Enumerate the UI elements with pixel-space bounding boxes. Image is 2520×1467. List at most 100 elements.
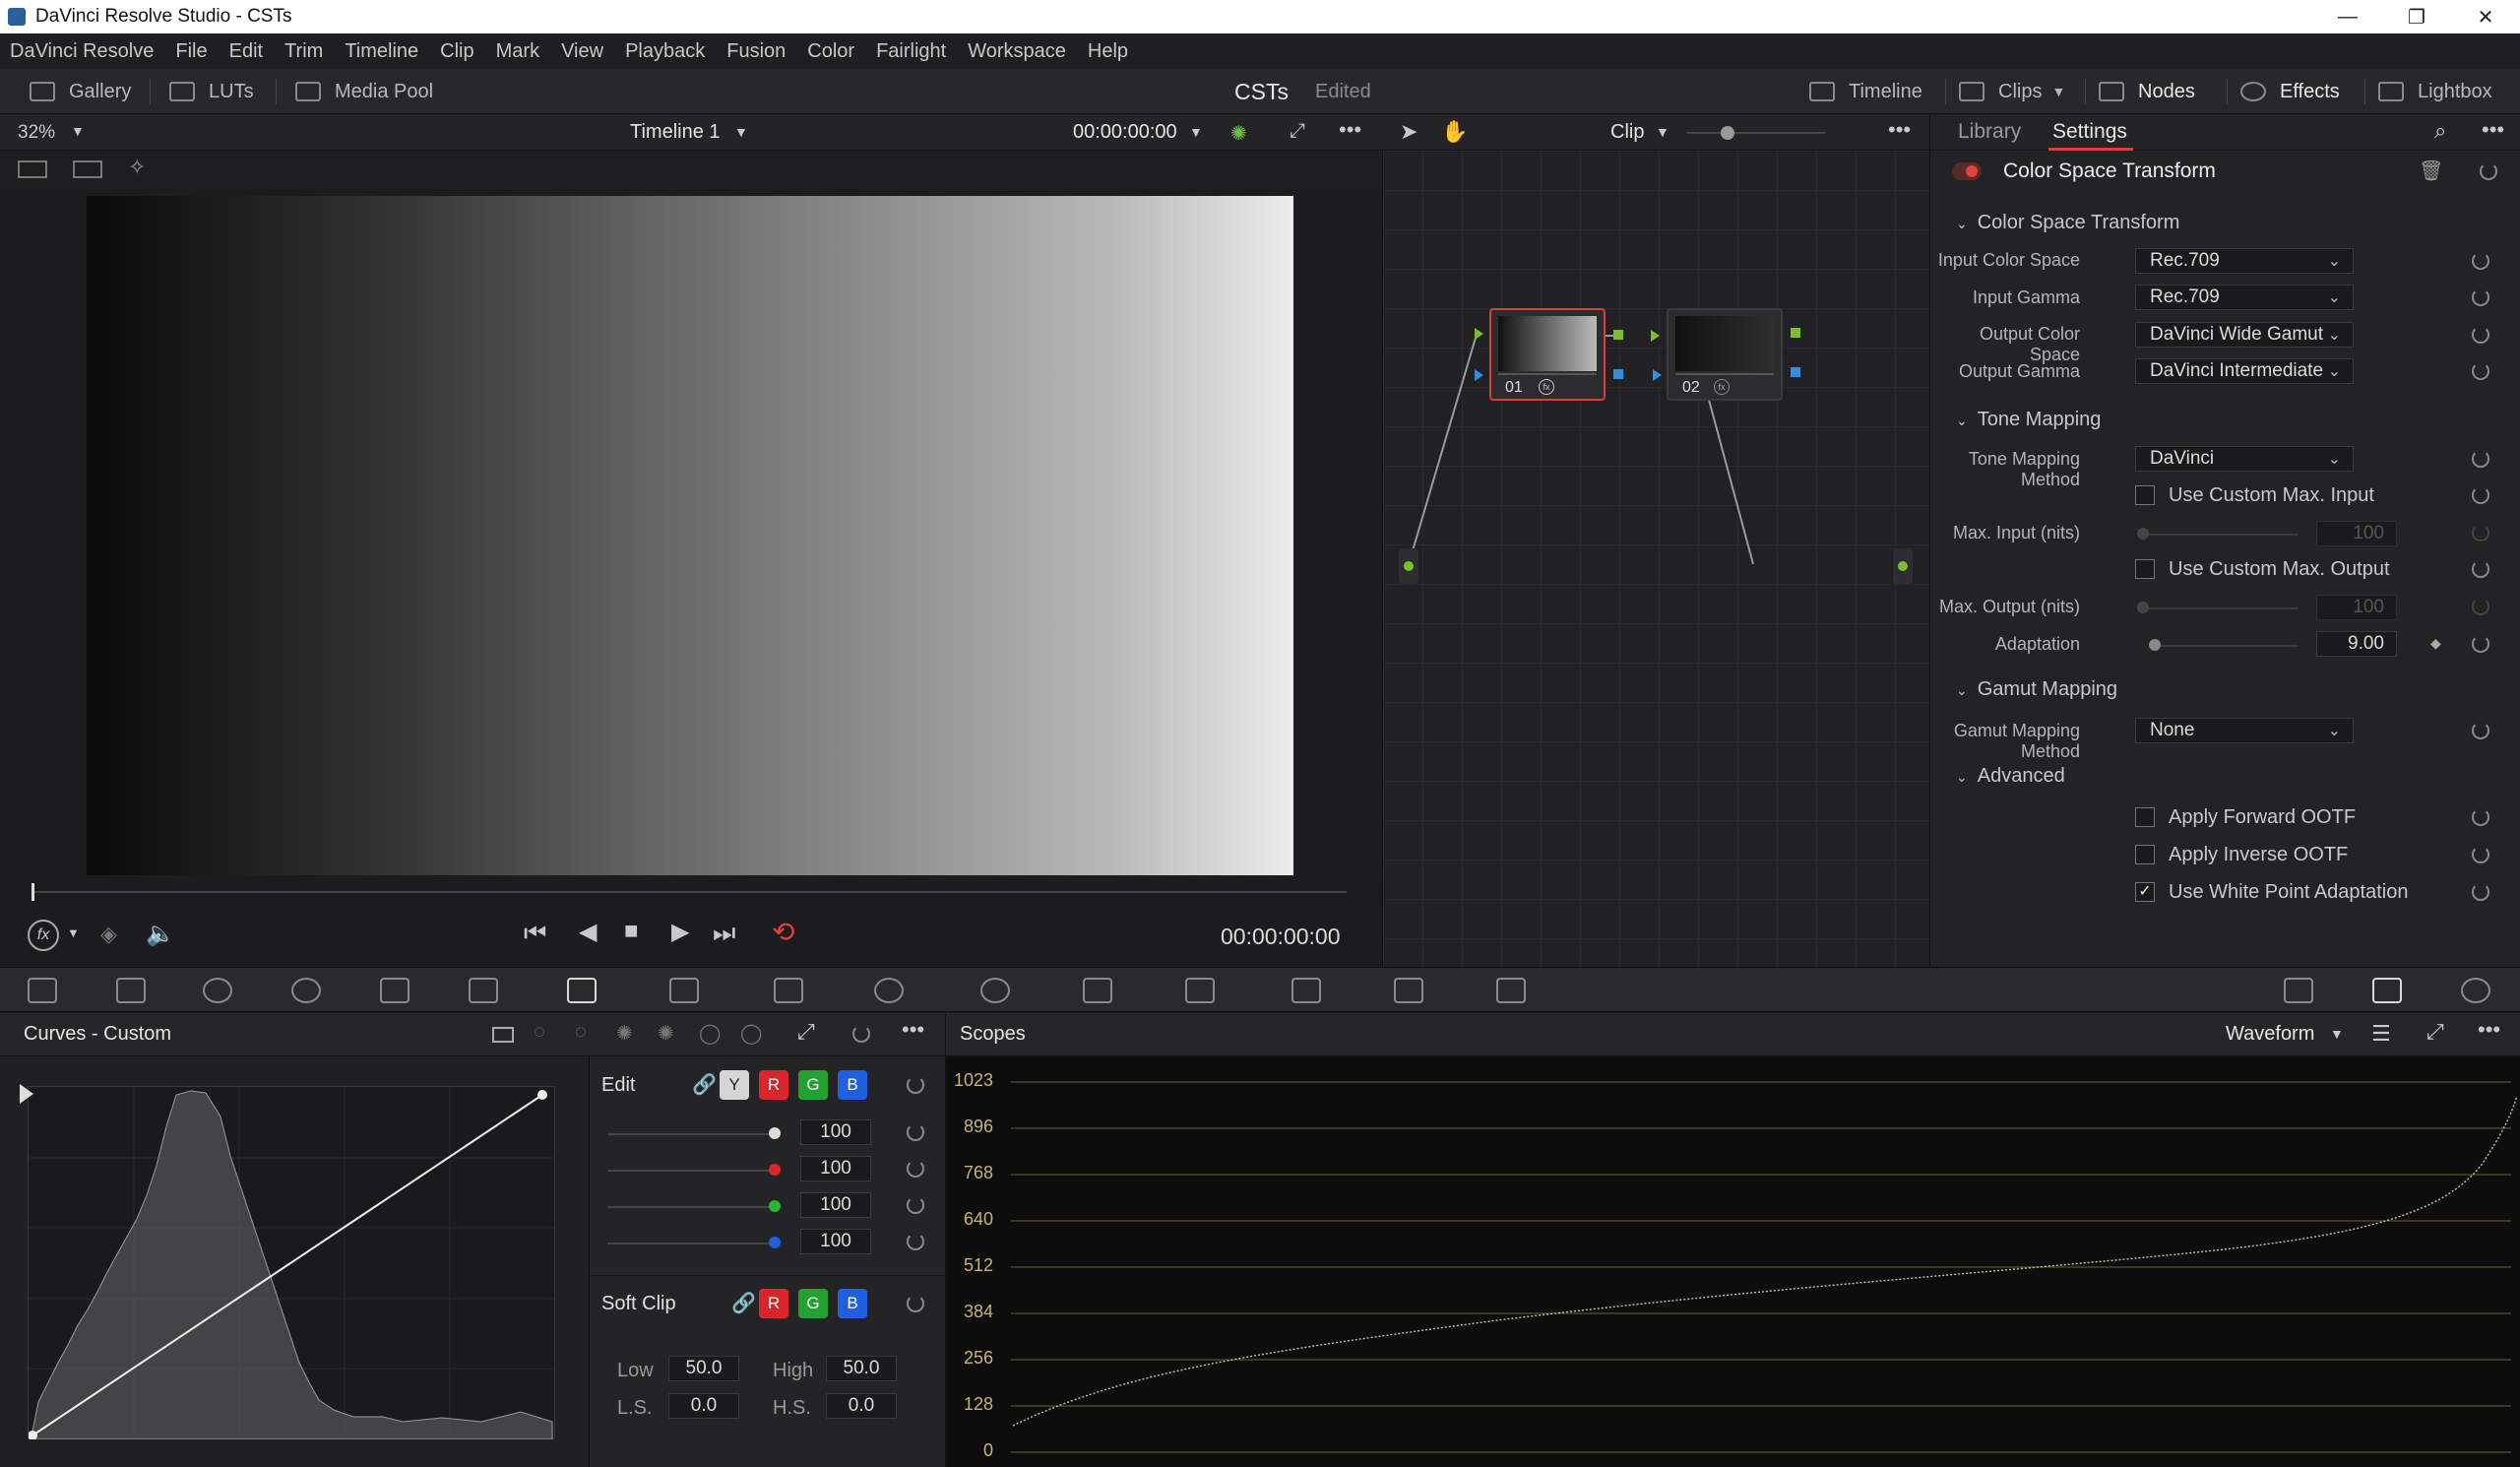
reset-icon[interactable] [2472, 846, 2489, 863]
channel-r-button[interactable]: R [759, 1070, 788, 1100]
custom-curve-icon[interactable] [492, 1027, 514, 1043]
node1-key-input[interactable] [1475, 369, 1483, 381]
expand-icon[interactable]: ⤢ [797, 1019, 815, 1045]
more-options-icon[interactable]: ••• [2482, 117, 2504, 143]
g-intensity-field[interactable]: 100 [800, 1192, 871, 1218]
chevron-down-icon[interactable]: ▼ [67, 925, 80, 940]
reset-icon[interactable] [2472, 252, 2489, 270]
section-gamut-mapping[interactable]: ⌄ Gamut Mapping [1956, 678, 2117, 701]
timeline-name[interactable]: Timeline 1 [630, 121, 721, 144]
section-cst[interactable]: ⌄ Color Space Transform [1956, 212, 2179, 234]
max-input-slider[interactable] [2141, 534, 2299, 536]
adaptation-slider[interactable] [2151, 645, 2299, 647]
magic-mask-icon[interactable] [1083, 978, 1112, 1003]
menu-workspace[interactable]: Workspace [968, 40, 1066, 63]
low-field[interactable]: 50.0 [668, 1356, 739, 1381]
menu-timeline[interactable]: Timeline [345, 40, 418, 63]
reset-icon[interactable] [907, 1123, 924, 1141]
more-options-icon[interactable]: ••• [902, 1017, 924, 1043]
menu-fairlight[interactable]: Fairlight [876, 40, 946, 63]
link-icon[interactable]: 🔗 [731, 1291, 756, 1315]
reset-icon[interactable] [2472, 808, 2489, 826]
trash-icon[interactable]: 🗑 [2419, 159, 2443, 183]
scope-mode-select[interactable]: Waveform [2226, 1023, 2314, 1046]
node-02[interactable]: 02 fx [1667, 308, 1783, 401]
color-warper-icon[interactable] [669, 978, 699, 1003]
media-pool-button[interactable]: Media Pool [295, 69, 433, 114]
fx-icon[interactable]: fx [28, 920, 59, 951]
reset-icon[interactable] [2472, 635, 2489, 653]
menu-mark[interactable]: Mark [496, 40, 539, 63]
minimize-button[interactable]: — [2313, 0, 2382, 33]
3d-icon[interactable] [1496, 978, 1526, 1003]
b-slider-handle[interactable] [769, 1237, 781, 1248]
camera-raw-icon[interactable] [28, 978, 57, 1003]
menu-davinci[interactable]: DaVinci Resolve [10, 40, 154, 63]
forward-ootf-checkbox[interactable] [2135, 807, 2155, 827]
reset-icon[interactable] [2472, 288, 2489, 306]
qualifier-icon[interactable] [774, 978, 803, 1003]
menu-fusion[interactable]: Fusion [726, 40, 786, 63]
skip-start-icon[interactable]: ⏮ [524, 918, 546, 949]
reset-icon[interactable] [2472, 450, 2489, 468]
hdr-wheels-icon[interactable] [291, 978, 321, 1003]
magic-wand-icon[interactable]: ✧ [128, 155, 146, 180]
keyframe-icon[interactable]: ◆ [2430, 635, 2441, 652]
tab-library[interactable]: Library [1958, 120, 2021, 144]
menu-view[interactable]: View [561, 40, 603, 63]
softclip-b-button[interactable]: B [838, 1289, 867, 1318]
ls-field[interactable]: 0.0 [668, 1393, 739, 1419]
chevron-down-icon[interactable]: ▼ [734, 124, 748, 140]
volume-icon[interactable]: 🔈 [146, 920, 175, 948]
channel-b-button[interactable]: B [838, 1070, 867, 1100]
channel-y-button[interactable]: Y [720, 1070, 749, 1100]
pointer-icon[interactable]: ➤ [1400, 119, 1418, 145]
g-intensity-slider[interactable] [607, 1206, 775, 1208]
max-output-field[interactable]: 100 [2316, 595, 2397, 620]
blur-icon[interactable] [1185, 978, 1215, 1003]
max-output-slider[interactable] [2141, 607, 2299, 609]
reset-icon[interactable] [2472, 722, 2489, 739]
viewer-timecode[interactable]: 00:00:00:00 [1073, 121, 1177, 144]
curves-icon[interactable] [567, 978, 597, 1003]
reset-icon[interactable] [852, 1025, 870, 1043]
y-slider-handle[interactable] [769, 1127, 781, 1139]
y-intensity-field[interactable]: 100 [800, 1119, 871, 1145]
scrub-bar[interactable] [32, 891, 1347, 893]
adaptation-field[interactable]: 9.00 [2316, 631, 2397, 657]
max-input-field[interactable]: 100 [2316, 521, 2397, 546]
curve-graph[interactable] [28, 1086, 556, 1440]
reset-icon[interactable] [907, 1076, 924, 1094]
r-intensity-slider[interactable] [607, 1170, 775, 1172]
output-gamma-select[interactable]: DaVinci Intermediate ⌄ [2135, 358, 2354, 384]
play-icon[interactable]: ▶ [671, 918, 689, 946]
node1-key-output[interactable] [1613, 369, 1623, 379]
restore-button[interactable]: ❐ [2382, 0, 2451, 33]
channel-g-button[interactable]: G [798, 1070, 828, 1100]
viewer[interactable] [0, 188, 1382, 882]
node-graph[interactable]: 01 fx 02 fx [1382, 151, 1929, 967]
loop-icon[interactable]: ⟲ [772, 916, 794, 948]
color-match-icon[interactable] [116, 978, 146, 1003]
softclip-r-button[interactable]: R [759, 1289, 788, 1318]
curve-handle-icon[interactable] [20, 1084, 33, 1104]
zoom-slider[interactable] [1687, 132, 1825, 134]
reset-icon[interactable] [2480, 162, 2497, 180]
r-slider-handle[interactable] [769, 1164, 781, 1176]
reset-icon[interactable] [2472, 883, 2489, 901]
window-icon[interactable] [874, 978, 904, 1003]
node1-rgb-output[interactable] [1613, 330, 1623, 340]
source-input-node[interactable] [1399, 548, 1418, 584]
adaptation-slider-handle[interactable] [2149, 639, 2161, 651]
menu-file[interactable]: File [175, 40, 207, 63]
reset-icon[interactable] [2472, 524, 2489, 542]
input-color-space-select[interactable]: Rec.709 ⌄ [2135, 248, 2354, 274]
output-color-space-select[interactable]: DaVinci Wide Gamut ⌄ [2135, 322, 2354, 348]
zoom-select[interactable]: 32% [18, 122, 55, 144]
tab-settings[interactable]: Settings [2052, 120, 2127, 144]
grid-view-icon[interactable] [73, 160, 102, 178]
gallery-button[interactable]: Gallery [30, 69, 131, 114]
node-mode-select[interactable]: Clip [1610, 121, 1644, 144]
close-button[interactable]: ✕ [2451, 0, 2520, 33]
search-icon[interactable]: ⌕ [2434, 118, 2446, 144]
